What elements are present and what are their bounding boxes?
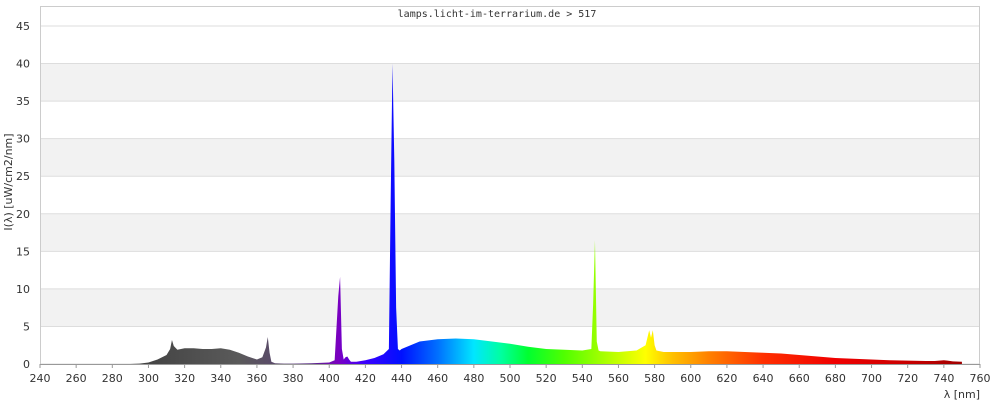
y-tick-label: 40 — [16, 58, 30, 71]
x-tick-label: 580 — [644, 372, 665, 385]
chart-title: lamps.licht-im-terrarium.de > 517 — [398, 9, 597, 20]
y-tick-label: 25 — [16, 170, 30, 183]
x-tick-label: 760 — [970, 372, 991, 385]
y-tick-label: 5 — [23, 320, 30, 333]
x-tick-label: 460 — [427, 372, 448, 385]
x-tick-label: 680 — [825, 372, 846, 385]
background-band — [40, 138, 980, 177]
x-tick-label: 500 — [500, 372, 521, 385]
x-tick-label: 620 — [716, 372, 737, 385]
background-band — [40, 288, 980, 327]
x-tick-label: 340 — [210, 372, 231, 385]
x-tick-label: 380 — [283, 372, 304, 385]
y-tick-label: 20 — [16, 208, 30, 221]
x-tick-label: 520 — [536, 372, 557, 385]
y-tick-label: 0 — [23, 358, 30, 371]
x-tick-label: 320 — [174, 372, 195, 385]
x-tick-label: 640 — [753, 372, 774, 385]
x-tick-label: 600 — [680, 372, 701, 385]
x-tick-label: 560 — [608, 372, 629, 385]
y-tick-label: 30 — [16, 133, 30, 146]
x-tick-label: 300 — [138, 372, 159, 385]
background-band — [40, 63, 980, 102]
y-tick-label: 35 — [16, 95, 30, 108]
x-tick-label: 720 — [897, 372, 918, 385]
x-tick-label: 420 — [355, 372, 376, 385]
background-bands — [40, 63, 980, 327]
x-tick-label: 700 — [861, 372, 882, 385]
x-tick-label: 440 — [391, 372, 412, 385]
y-tick-label: 45 — [16, 20, 30, 33]
x-tick-label: 400 — [319, 372, 340, 385]
x-tick-label: 280 — [102, 372, 123, 385]
x-tick-label: 480 — [463, 372, 484, 385]
x-tick-label: 240 — [30, 372, 51, 385]
y-axis-label: I(λ) [uW/cm2/nm] — [2, 133, 15, 230]
y-tick-label: 15 — [16, 245, 30, 258]
x-axis-label: λ [nm] — [944, 388, 980, 400]
x-tick-label: 260 — [66, 372, 87, 385]
background-band — [40, 213, 980, 252]
x-tick-labels: 240 260 280 300 320 340 360 380 400 420 440 460 480 5… — [30, 364, 991, 385]
x-tick-label: 660 — [789, 372, 810, 385]
y-tick-labels: 0 5 10 15 20 25 30 35 40 45 — [16, 20, 30, 371]
x-tick-label: 540 — [572, 372, 593, 385]
x-tick-label: 740 — [933, 372, 954, 385]
y-tick-label: 10 — [16, 283, 30, 296]
spectrum-chart: 240 260 280 300 320 340 360 380 400 420 440 460 480 5… — [0, 0, 1000, 400]
spectrum-chart-svg: 240 260 280 300 320 340 360 380 400 420 440 460 480 5… — [2, 6, 991, 400]
x-tick-label: 360 — [246, 372, 267, 385]
